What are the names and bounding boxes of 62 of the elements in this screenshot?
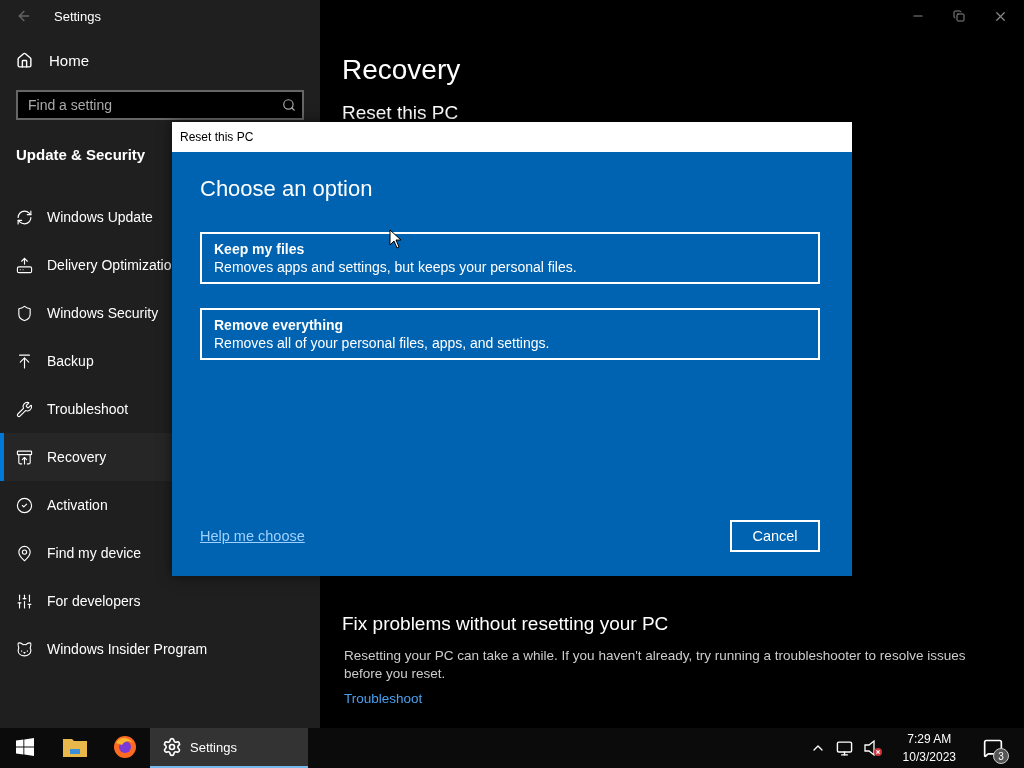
upload-icon [16, 256, 33, 274]
item-label: Windows Insider Program [47, 641, 208, 657]
description-text: Resetting your PC can take a while. If you haven't already, try running a troubleshooter to resolve issues before you reset. [343, 647, 967, 683]
search-field[interactable]: Find a setting [16, 90, 304, 120]
item-label: Troubleshoot [47, 401, 129, 417]
option-button[interactable]: Keep my files Removes apps and settings, but keeps your personal files. [200, 232, 820, 284]
item-label: For developers [47, 593, 141, 609]
notification-count: 3 [993, 748, 1009, 764]
clock[interactable]: 7:29 AM 10/3/2023 [902, 730, 956, 766]
item-label: Windows Update [47, 209, 153, 225]
sidebar-item[interactable]: Troubleshoot [0, 385, 320, 433]
option-description: Removes all of your personal files, apps, and settings. [214, 335, 551, 351]
check-circle-icon [16, 496, 33, 514]
windows-logo-icon [16, 738, 34, 756]
item-label: Delivery Optimizatio [47, 257, 172, 273]
browser-icon [113, 735, 137, 759]
option-button[interactable]: Remove everything Removes all of your personal files, apps, and settings. [200, 308, 820, 360]
item-label: Backup [47, 353, 94, 369]
time-text: 7:29 AM [907, 731, 952, 748]
item-label: Windows Security [47, 305, 159, 321]
search-icon [282, 98, 296, 112]
muted-speaker-icon[interactable] [862, 739, 883, 757]
network-icon[interactable] [835, 739, 853, 757]
map-pin-icon [16, 544, 33, 562]
cursor-icon [389, 229, 401, 249]
dialog-heading: Choose an option [200, 176, 374, 202]
item-label: Activation [47, 497, 108, 513]
shield-icon [16, 304, 33, 322]
troubleshoot-link[interactable]: Troubleshoot [342, 691, 423, 706]
sidebar-item[interactable]: Activation [0, 481, 320, 529]
sidebar-item[interactable]: For developers [0, 577, 320, 625]
section-heading: Fix problems without resetting your PC [342, 613, 670, 635]
home-link[interactable]: Home [0, 36, 320, 84]
date-text: 10/3/2023 [902, 749, 956, 766]
app-label: Settings [190, 739, 237, 755]
home-icon [16, 51, 33, 69]
dialog-title: Reset this PC [172, 122, 852, 152]
home-label: Home [49, 51, 89, 69]
item-label: Find my device [47, 545, 142, 561]
help-link[interactable]: Help me choose [200, 528, 305, 544]
sliders-icon [16, 592, 33, 610]
cat-icon [16, 640, 33, 658]
section-heading: Update & Security [16, 146, 146, 163]
back-icon[interactable] [16, 8, 32, 24]
option-description: Removes apps and settings, but keeps your personal files. [214, 259, 578, 275]
item-label: Recovery [47, 449, 107, 465]
sidebar-item[interactable]: Windows Insider Program [0, 625, 320, 673]
arrow-up-icon [16, 352, 33, 370]
taskbar-app[interactable]: Settings [150, 728, 308, 768]
restore-icon[interactable] [953, 10, 965, 22]
notification-button[interactable]: 3 [976, 730, 1010, 766]
section-heading: Reset this PC [342, 102, 460, 124]
folder-icon [63, 737, 87, 757]
refresh-icon [16, 208, 33, 226]
gear-icon [162, 737, 182, 757]
window-title: Settings [54, 8, 101, 24]
wrench-icon [16, 400, 33, 418]
option-title: Keep my files [214, 241, 306, 257]
page-title: Recovery [342, 54, 462, 86]
cancel-button[interactable]: Cancel [730, 520, 820, 552]
option-title: Remove everything [214, 317, 345, 333]
archive-icon [16, 448, 33, 466]
